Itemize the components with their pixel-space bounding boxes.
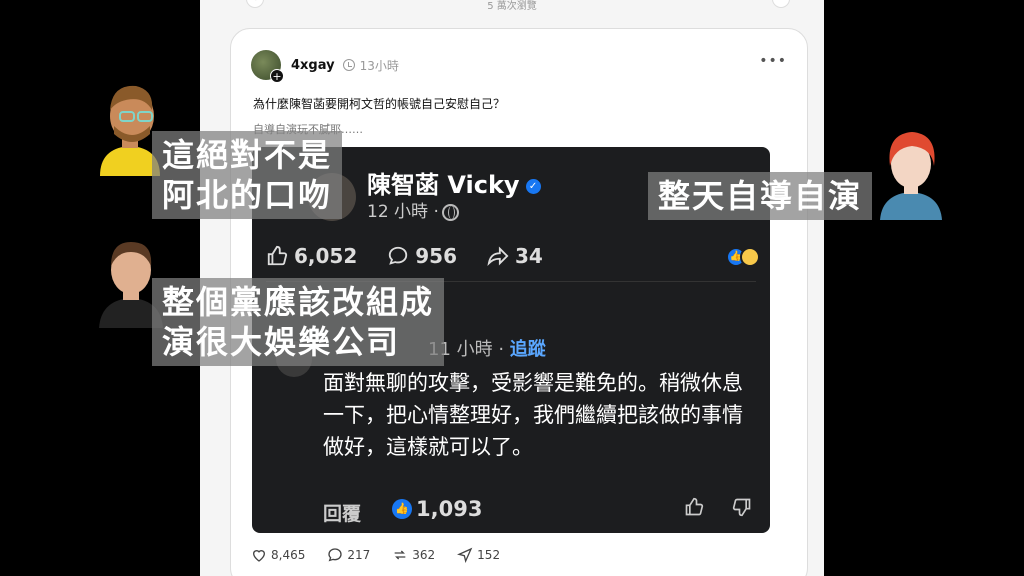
view-count: 5 萬次瀏覽 (487, 1, 537, 12)
verified-icon: ✓ (525, 178, 541, 194)
globe-icon (441, 203, 459, 221)
embedded-comment-count: 956 (415, 244, 458, 268)
thumb-down-icon (732, 498, 751, 517)
embedded-like-count: 6,052 (294, 244, 358, 268)
thumb-up-icon (685, 497, 704, 516)
follow-link: 追蹤 (509, 339, 546, 360)
share-icon (487, 246, 509, 267)
comment-count: 217 (347, 548, 371, 562)
video-frame: 5 萬次瀏覽 ‹ • + 4xgay 13小時 ••• 為什麼陳智菡要開柯文哲的… (0, 0, 1024, 576)
more-options-icon[interactable]: ••• (759, 53, 787, 69)
heart-icon (252, 550, 266, 562)
comment-button[interactable]: 217 (327, 547, 370, 563)
overlay-comment-3-line1: 整個黨應該改組成 (162, 283, 435, 321)
overlay-comment-1: 這絕對不是 阿北的口吻 (152, 131, 343, 219)
comment-reply: 回覆 (323, 503, 362, 525)
reaction-icons: 👍 (726, 247, 760, 267)
like-count: 8,465 (271, 548, 306, 562)
reaction-care-icon (740, 247, 760, 267)
repost-count: 362 (412, 548, 436, 562)
overlay-comment-1-line1: 這絕對不是 (162, 136, 333, 174)
person-redhair-icon (880, 132, 942, 220)
comment-like-count: 1,093 (416, 497, 483, 521)
comment-meta: 11 小時 · 追蹤 (428, 335, 546, 361)
post-header: + 4xgay 13小時 (251, 49, 399, 83)
overlay-comment-2-text: 整天自導自演 (658, 177, 863, 215)
comment-text: 面對無聊的攻擊，受影響是難免的。稍微休息一下，把心情整理好，我們繼續把該做的事情… (323, 371, 743, 459)
post-actions: 8,465 217 362 152 (251, 547, 522, 563)
comment-icon (389, 246, 408, 265)
comment-like-icon: 👍 (392, 499, 412, 519)
overlay-comment-3: 整個黨應該改組成 演很大娛樂公司 (152, 278, 445, 366)
follow-plus-icon[interactable]: + (270, 69, 284, 83)
post-caption: 為什麼陳智菡要開柯文哲的帳號自己安慰自己？ (253, 97, 506, 111)
comment-likes: 👍 1,093 (392, 497, 482, 521)
overlay-comment-2: 整天自導自演 (648, 172, 873, 220)
username[interactable]: 4xgay (291, 58, 335, 73)
share-count: 152 (477, 548, 501, 562)
embedded-comment: 956 (387, 244, 457, 268)
repost-button[interactable]: 362 (392, 547, 435, 563)
avatar[interactable]: + (251, 50, 284, 83)
embedded-author: 陳智菡 Vicky ✓ (367, 165, 541, 200)
like-icon (267, 245, 288, 266)
embedded-actions: 6,052 956 34 (266, 241, 756, 271)
overlay-comment-3-line2: 演很大娛樂公司 (162, 323, 401, 361)
embedded-time-text: 12 小時 · (367, 202, 439, 222)
share-button[interactable]: 152 (457, 547, 500, 563)
embedded-like: 6,052 (266, 244, 357, 268)
clock-icon (342, 59, 355, 71)
embedded-time: 12 小時 · (367, 197, 459, 222)
embedded-share-count: 34 (515, 244, 543, 268)
like-button[interactable]: 8,465 (251, 547, 305, 563)
embedded-share: 34 (487, 244, 543, 268)
repost-icon (394, 550, 406, 560)
embedded-author-name: 陳智菡 Vicky (367, 171, 520, 199)
post-time: 13小時 (359, 58, 399, 73)
send-icon (457, 547, 473, 563)
reply-icon (328, 548, 343, 562)
overlay-comment-1-line2: 阿北的口吻 (162, 176, 333, 214)
